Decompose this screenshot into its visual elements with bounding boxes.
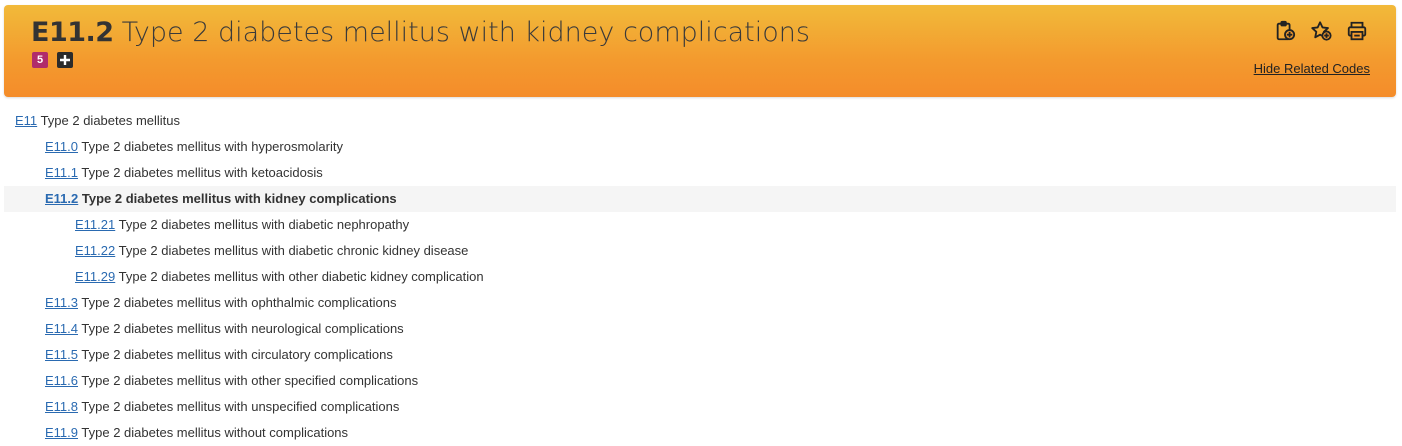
code-description: Type 2 diabetes mellitus with neurologic… [81,321,404,336]
code-link[interactable]: E11.1 [45,165,78,180]
code-description: Type 2 diabetes mellitus with diabetic c… [118,243,469,258]
code-description: Type 2 diabetes mellitus with kidney com… [81,191,397,206]
print-icon[interactable] [1346,20,1368,42]
code-link[interactable]: E11.3 [45,295,78,310]
title-code: E11.2 [31,17,114,48]
code-link[interactable]: E11 [15,113,37,128]
tree-row: E11.4 Type 2 diabetes mellitus with neur… [4,316,1396,342]
code-description: Type 2 diabetes mellitus with ophthalmic… [81,295,397,310]
tree-row: E11.0 Type 2 diabetes mellitus with hype… [4,134,1396,160]
add-to-favorites-icon[interactable] [1310,20,1332,42]
code-link[interactable]: E11.6 [45,373,78,388]
code-link[interactable]: E11.2 [45,191,78,206]
title-description: Type 2 diabetes mellitus with kidney com… [121,17,810,48]
code-description: Type 2 diabetes mellitus [40,113,181,128]
child-count-badge[interactable]: 5 [32,52,48,68]
tree-row: E11.8 Type 2 diabetes mellitus with unsp… [4,394,1396,420]
code-description: Type 2 diabetes mellitus without complic… [81,425,349,440]
badge-group: 5 [32,52,73,68]
tree-row: E11.9 Type 2 diabetes mellitus without c… [4,420,1396,446]
tree-row: E11.1 Type 2 diabetes mellitus with keto… [4,160,1396,186]
hide-related-codes-link[interactable]: Hide Related Codes [1254,61,1370,76]
code-description: Type 2 diabetes mellitus with circulator… [81,347,393,362]
code-link[interactable]: E11.5 [45,347,78,362]
code-description: Type 2 diabetes mellitus with ketoacidos… [81,165,323,180]
code-link[interactable]: E11.9 [45,425,78,440]
toolbar [1274,20,1368,42]
code-link[interactable]: E11.21 [75,217,115,232]
code-description: Type 2 diabetes mellitus with other diab… [118,269,484,284]
page-title: E11.2 Type 2 diabetes mellitus with kidn… [31,14,810,51]
add-to-clipboard-icon[interactable] [1274,20,1296,42]
code-description: Type 2 diabetes mellitus with hyperosmol… [81,139,343,154]
tree-row: E11.21 Type 2 diabetes mellitus with dia… [4,212,1396,238]
tree-row: E11.5 Type 2 diabetes mellitus with circ… [4,342,1396,368]
related-codes-tree: E11 Type 2 diabetes mellitus E11.0 Type 2… [4,108,1396,446]
tree-row: E11.29 Type 2 diabetes mellitus with oth… [4,264,1396,290]
tree-row: E11.3 Type 2 diabetes mellitus with opht… [4,290,1396,316]
code-link[interactable]: E11.0 [45,139,78,154]
expand-plus-icon[interactable] [57,52,73,68]
code-description: Type 2 diabetes mellitus with diabetic n… [118,217,410,232]
code-description: Type 2 diabetes mellitus with unspecifie… [81,399,400,414]
code-link[interactable]: E11.4 [45,321,78,336]
tree-row: E11.6 Type 2 diabetes mellitus with othe… [4,368,1396,394]
code-link[interactable]: E11.8 [45,399,78,414]
code-link[interactable]: E11.29 [75,269,115,284]
code-link[interactable]: E11.22 [75,243,115,258]
code-description: Type 2 diabetes mellitus with other spec… [81,373,419,388]
tree-row: E11.22 Type 2 diabetes mellitus with dia… [4,238,1396,264]
code-header: E11.2 Type 2 diabetes mellitus with kidn… [4,5,1396,97]
tree-row: E11 Type 2 diabetes mellitus [4,108,1396,134]
tree-row: E11.2 Type 2 diabetes mellitus with kidn… [4,186,1396,212]
